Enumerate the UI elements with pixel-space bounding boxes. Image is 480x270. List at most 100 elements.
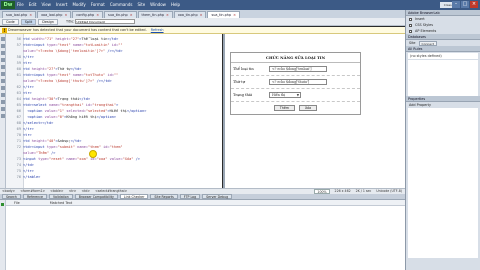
menu-file[interactable]: File [17,2,24,7]
code-text: <td><input type="text" name="txtThutu" i… [23,73,119,77]
doc-tab[interactable]: config.php × [72,11,104,18]
code-text: <option value="1" selected="selected">Hi… [27,109,147,113]
results-matched-text-column[interactable]: Matched Text [50,200,73,205]
close-icon[interactable]: × [166,13,169,17]
code-text: </select></td> [23,121,54,125]
tab-server-debug[interactable]: Server Debug [202,194,233,199]
results-file-column[interactable]: File [14,200,20,205]
code-line[interactable]: 76 </table> [6,174,222,180]
close-icon[interactable]: × [233,13,236,17]
info-message: Dreamweaver has detected that your docum… [8,28,147,32]
properties-area [408,108,478,258]
apply-comment-icon[interactable] [1,107,5,111]
menu-help[interactable]: Help [171,2,180,7]
tab-site-reports[interactable]: Site Reports [150,194,178,199]
tab-link-checker[interactable]: Link Checker [119,194,149,199]
tab-search[interactable]: Search [2,194,21,199]
syntax-coloring-icon[interactable] [1,93,5,97]
field-label: Trạng thái [233,93,253,97]
tab-validation[interactable]: Validation [49,194,73,199]
code-view-button[interactable]: Code [2,18,19,25]
maximize-button[interactable]: □ [461,1,469,8]
tab-reference[interactable]: Reference [22,194,48,199]
right-panel-dock: Adobe BrowserLab Insert CSS Styles AP El… [405,10,480,270]
code-editor[interactable]: 56 <td width="71" height="27">Thể loại ti… [6,34,222,188]
collapse-tag-icon[interactable] [1,51,5,55]
title-label: Title: [65,19,75,24]
highlight-invalid-code-icon[interactable] [1,79,5,83]
field-label: Thể loại tin [233,67,254,71]
select-parent-tag-icon[interactable] [1,65,5,69]
doc-tab[interactable]: xoa_loai.php × [37,11,72,18]
menu-format[interactable]: Format [91,2,105,7]
form-heading: CHỨC NĂNG SỬA LOẠI TIN [231,53,360,63]
menu-commands[interactable]: Commands [110,2,133,7]
rules-list-area[interactable] [408,60,478,96]
window-controls: – □ × [452,1,478,8]
code-text: <td><input type="submit" name="them" id=… [23,145,123,149]
code-text: <td width="71" height="27">Thể loại tin<… [23,37,119,41]
menu-window[interactable]: Window [150,2,166,7]
menu-bar: File Edit View Insert Modify Format Comm… [17,2,180,7]
close-icon[interactable]: × [29,13,32,17]
tab-ftp-log[interactable]: FTP Log [179,194,201,199]
close-icon[interactable]: × [130,13,133,17]
title-input[interactable] [75,19,136,24]
panel-title-all-rules[interactable]: All Rules [406,46,480,52]
order-input[interactable]: <? echo $dong['thutu'] [269,79,327,85]
code-text: </tr> [23,55,34,59]
code-text: </table> [23,175,41,179]
document-toolbar: Code Split Design Title: [0,18,405,26]
refresh-link[interactable]: Refresh [151,28,164,32]
design-view[interactable]: CHỨC NĂNG SỬA LOẠI TIN Thể loại tin <? e… [223,34,405,188]
code-text: </td> [23,163,34,167]
add-button[interactable]: Thêm [273,105,295,111]
tab-browser-compatibility[interactable]: Browser Compatibility [74,194,118,199]
menu-view[interactable]: View [41,2,51,7]
design-view-button[interactable]: Design [38,18,58,25]
css-styles-icon [409,23,412,27]
menu-edit[interactable]: Edit [29,2,37,7]
menu-modify[interactable]: Modify [72,2,85,7]
doc-tab[interactable]: xoa_tin.php × [173,11,207,18]
rules-list[interactable]: (no styles defined) [408,53,478,59]
auto-indent-icon[interactable] [1,100,5,104]
code-text: <td><input type="text" name="txtLoaitin"… [23,43,123,47]
category-name-input[interactable]: <? echo $dong['tenloai'] [269,66,327,72]
connect-button[interactable]: Connect [418,40,437,46]
status-select[interactable]: Hiển thị ▼ [269,92,301,98]
reset-button[interactable]: Xóa [298,105,318,111]
form-row: Trạng thái Hiển thị ▼ [231,89,360,102]
play-icon[interactable] [1,203,4,206]
close-icon[interactable]: × [96,13,99,17]
results-header: File Matched Text [0,200,405,206]
title-field-group: Title: [66,19,136,24]
form-row: Thể loại tin <? echo $dong['tenloai'] [231,63,360,76]
open-documents-icon[interactable] [1,37,5,41]
doc-tab[interactable]: sua_loai.php × [2,11,37,18]
close-icon[interactable]: × [200,13,203,17]
code-text: <option value="0">Không hiển thị</option… [27,115,117,119]
minimize-button[interactable]: – [452,1,460,8]
code-text: <tr> [23,91,32,95]
split-view-button[interactable]: Split [20,18,37,25]
code-text: <input type="reset" name="xoa" id="xoa" … [23,157,140,161]
line-number: 76 [16,175,21,179]
menu-site[interactable]: Site [137,2,145,7]
doc-tab[interactable]: sua_tin.php × [104,11,137,18]
code-text: <tr> [23,61,32,65]
expand-all-icon[interactable] [1,58,5,62]
code-text: <td height="40">&nbsp;</td> [23,139,82,143]
menu-insert[interactable]: Insert [56,2,67,7]
doc-tab[interactable]: them_tin.php × [137,11,173,18]
show-code-navigator-icon[interactable] [1,44,5,48]
form-buttons: Thêm Xóa [231,102,360,114]
close-button[interactable]: × [470,1,478,8]
doc-tab-label: xoa_tin.php [177,13,198,17]
line-numbers-icon[interactable] [1,72,5,76]
doc-tab-active[interactable]: sua_tin.php × [207,11,240,18]
word-wrap-icon[interactable] [1,86,5,90]
warning-icon: ! [2,28,7,33]
remove-comment-icon[interactable] [1,114,5,118]
close-icon[interactable]: × [64,13,67,17]
